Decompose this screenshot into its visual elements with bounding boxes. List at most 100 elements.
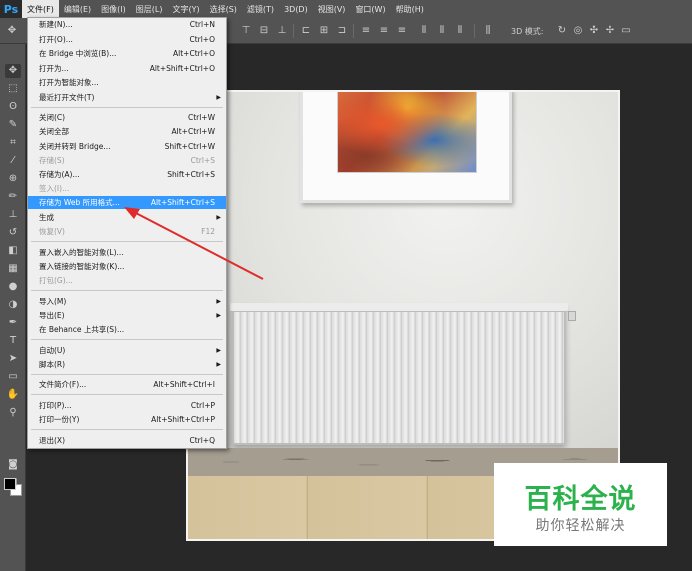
- file-menu-dropdown: 新建(N)... Ctrl+N 打开(O)... Ctrl+O 在 Bridge 中…: [27, 17, 227, 449]
- menu-item-file-info[interactable]: 文件简介(F)... Alt+Shift+Ctrl+I: [28, 378, 226, 391]
- 3d-slide-icon[interactable]: ✢: [604, 25, 616, 37]
- radiator-valve: [568, 311, 576, 321]
- submenu-arrow-icon: ▶: [216, 298, 221, 305]
- menu-item-scripts[interactable]: 脚本(R) ▶: [28, 358, 226, 371]
- 3d-pan-icon[interactable]: ✣: [588, 25, 600, 37]
- align-left-icon[interactable]: ⊏: [300, 25, 312, 37]
- menu-item-print-one-copy[interactable]: 打印一份(Y) Alt+Shift+Ctrl+P: [28, 413, 226, 426]
- menu-item-import[interactable]: 导入(M) ▶: [28, 295, 226, 308]
- menu-item-place-linked[interactable]: 置入链接的智能对象(K)...: [28, 260, 226, 273]
- submenu-arrow-icon: ▶: [216, 94, 221, 101]
- menu-item-share-behance[interactable]: 在 Behance 上共享(S)...: [28, 323, 226, 336]
- watermark-badge: 百科全说 助你轻松解决: [494, 463, 667, 546]
- menu-item-print[interactable]: 打印(P)... Ctrl+P: [28, 399, 226, 412]
- eyedropper-tool-icon[interactable]: ⁄: [5, 154, 21, 168]
- submenu-arrow-icon: ▶: [216, 347, 221, 354]
- menu-item-place-embedded[interactable]: 置入嵌入的智能对象(L)...: [28, 246, 226, 259]
- menu-item-close-all[interactable]: 关闭全部 Alt+Ctrl+W: [28, 125, 226, 138]
- distribute-left-icon[interactable]: ⫴: [418, 25, 430, 37]
- menu-item-generate[interactable]: 生成 ▶: [28, 211, 226, 224]
- menu-item-open-as[interactable]: 打开为... Alt+Shift+Ctrl+O: [28, 62, 226, 75]
- 3d-rotate-icon[interactable]: ↻: [556, 25, 568, 37]
- menu-separator: [31, 394, 223, 395]
- history-brush-tool-icon[interactable]: ↺: [5, 226, 21, 240]
- options-separator: [293, 24, 294, 38]
- radiator-image: [232, 305, 566, 445]
- menu-image[interactable]: 图像(I): [96, 0, 131, 18]
- menu-item-close-go-bridge[interactable]: 关闭并转到 Bridge... Shift+Ctrl+W: [28, 140, 226, 153]
- menu-item-automate[interactable]: 自动(U) ▶: [28, 344, 226, 357]
- align-bottom-icon[interactable]: ⊥: [276, 25, 288, 37]
- menu-separator: [31, 429, 223, 430]
- menu-item-close[interactable]: 关闭(C) Ctrl+W: [28, 111, 226, 124]
- pen-tool-icon[interactable]: ✒: [5, 316, 21, 330]
- align-hcenter-icon[interactable]: ⊞: [318, 25, 330, 37]
- menu-separator: [31, 339, 223, 340]
- align-vcenter-icon[interactable]: ⊟: [258, 25, 270, 37]
- eraser-tool-icon[interactable]: ◧: [5, 244, 21, 258]
- brush-tool-icon[interactable]: ✏: [5, 190, 21, 204]
- rectangle-tool-icon[interactable]: ▭: [5, 370, 21, 384]
- menu-help[interactable]: 帮助(H): [391, 0, 429, 18]
- radiator-top: [230, 303, 568, 312]
- path-selection-tool-icon[interactable]: ➤: [5, 352, 21, 366]
- menu-type[interactable]: 文字(Y): [167, 0, 204, 18]
- submenu-arrow-icon: ▶: [216, 361, 221, 368]
- move-tool-icon[interactable]: ✥: [5, 64, 21, 78]
- zoom-tool-icon[interactable]: ⚲: [5, 406, 21, 420]
- distribute-vcenter-icon[interactable]: ≡: [378, 25, 390, 37]
- crop-tool-icon[interactable]: ⌗: [5, 136, 21, 150]
- 3d-roll-icon[interactable]: ◎: [572, 25, 584, 37]
- menu-select[interactable]: 选择(S): [205, 0, 242, 18]
- menu-layer[interactable]: 图层(L): [131, 0, 168, 18]
- menu-item-exit[interactable]: 退出(X) Ctrl+Q: [28, 434, 226, 447]
- menu-file[interactable]: 文件(F): [22, 0, 59, 18]
- menu-item-save[interactable]: 存储(S) Ctrl+S: [28, 154, 226, 167]
- submenu-arrow-icon: ▶: [216, 214, 221, 221]
- menu-filter[interactable]: 滤镜(T): [242, 0, 279, 18]
- framed-painting: [300, 92, 512, 203]
- menu-item-package[interactable]: 打包(G)...: [28, 274, 226, 287]
- quick-mask-icon[interactable]: ◙: [5, 458, 21, 472]
- menu-bar: Ps 文件(F) 编辑(E) 图像(I) 图层(L) 文字(Y) 选择(S) 滤…: [0, 0, 692, 18]
- options-separator: [474, 24, 475, 38]
- auto-align-icon[interactable]: ⫼: [482, 25, 494, 37]
- lasso-tool-icon[interactable]: ʘ: [5, 100, 21, 114]
- menu-window[interactable]: 窗口(W): [350, 0, 390, 18]
- menu-item-export[interactable]: 导出(E) ▶: [28, 309, 226, 322]
- distribute-hcenter-icon[interactable]: ⫴: [436, 25, 448, 37]
- submenu-arrow-icon: ▶: [216, 312, 221, 319]
- marquee-tool-icon[interactable]: ⬚: [5, 82, 21, 96]
- foreground-color-swatch[interactable]: [4, 478, 16, 490]
- menu-item-new[interactable]: 新建(N)... Ctrl+N: [28, 18, 226, 31]
- 3d-scale-icon[interactable]: ▭: [620, 25, 632, 37]
- photoshop-logo: Ps: [0, 0, 22, 18]
- hand-tool-icon[interactable]: ✋: [5, 388, 21, 402]
- menu-3d[interactable]: 3D(D): [279, 0, 313, 18]
- menu-item-open[interactable]: 打开(O)... Ctrl+O: [28, 33, 226, 46]
- clone-stamp-tool-icon[interactable]: ⊥: [5, 208, 21, 222]
- type-tool-icon[interactable]: T: [5, 334, 21, 348]
- menu-item-save-as[interactable]: 存储为(A)... Shift+Ctrl+S: [28, 168, 226, 181]
- distribute-bottom-icon[interactable]: ≡: [396, 25, 408, 37]
- distribute-right-icon[interactable]: ⫴: [454, 25, 466, 37]
- blur-tool-icon[interactable]: ●: [5, 280, 21, 294]
- menu-item-browse-bridge[interactable]: 在 Bridge 中浏览(B)... Alt+Ctrl+O: [28, 47, 226, 60]
- distribute-top-icon[interactable]: ≡: [360, 25, 372, 37]
- quick-select-tool-icon[interactable]: ✎: [5, 118, 21, 132]
- menu-separator: [31, 107, 223, 108]
- menu-item-open-smart-object[interactable]: 打开为智能对象...: [28, 76, 226, 89]
- menu-item-revert[interactable]: 恢复(V) F12: [28, 225, 226, 238]
- menu-item-check-in[interactable]: 签入(I)...: [28, 182, 226, 195]
- align-top-icon[interactable]: ⊤: [240, 25, 252, 37]
- menu-view[interactable]: 视图(V): [313, 0, 351, 18]
- gradient-tool-icon[interactable]: ▦: [5, 262, 21, 276]
- move-tool-preset-icon[interactable]: ✥: [6, 25, 18, 37]
- healing-brush-tool-icon[interactable]: ⊕: [5, 172, 21, 186]
- dodge-tool-icon[interactable]: ◑: [5, 298, 21, 312]
- align-right-icon[interactable]: ⊐: [336, 25, 348, 37]
- menu-separator: [31, 290, 223, 291]
- menu-item-recent-files[interactable]: 最近打开文件(T) ▶: [28, 91, 226, 104]
- menu-edit[interactable]: 编辑(E): [59, 0, 96, 18]
- menu-item-save-for-web[interactable]: 存储为 Web 所用格式... Alt+Shift+Ctrl+S: [28, 196, 226, 209]
